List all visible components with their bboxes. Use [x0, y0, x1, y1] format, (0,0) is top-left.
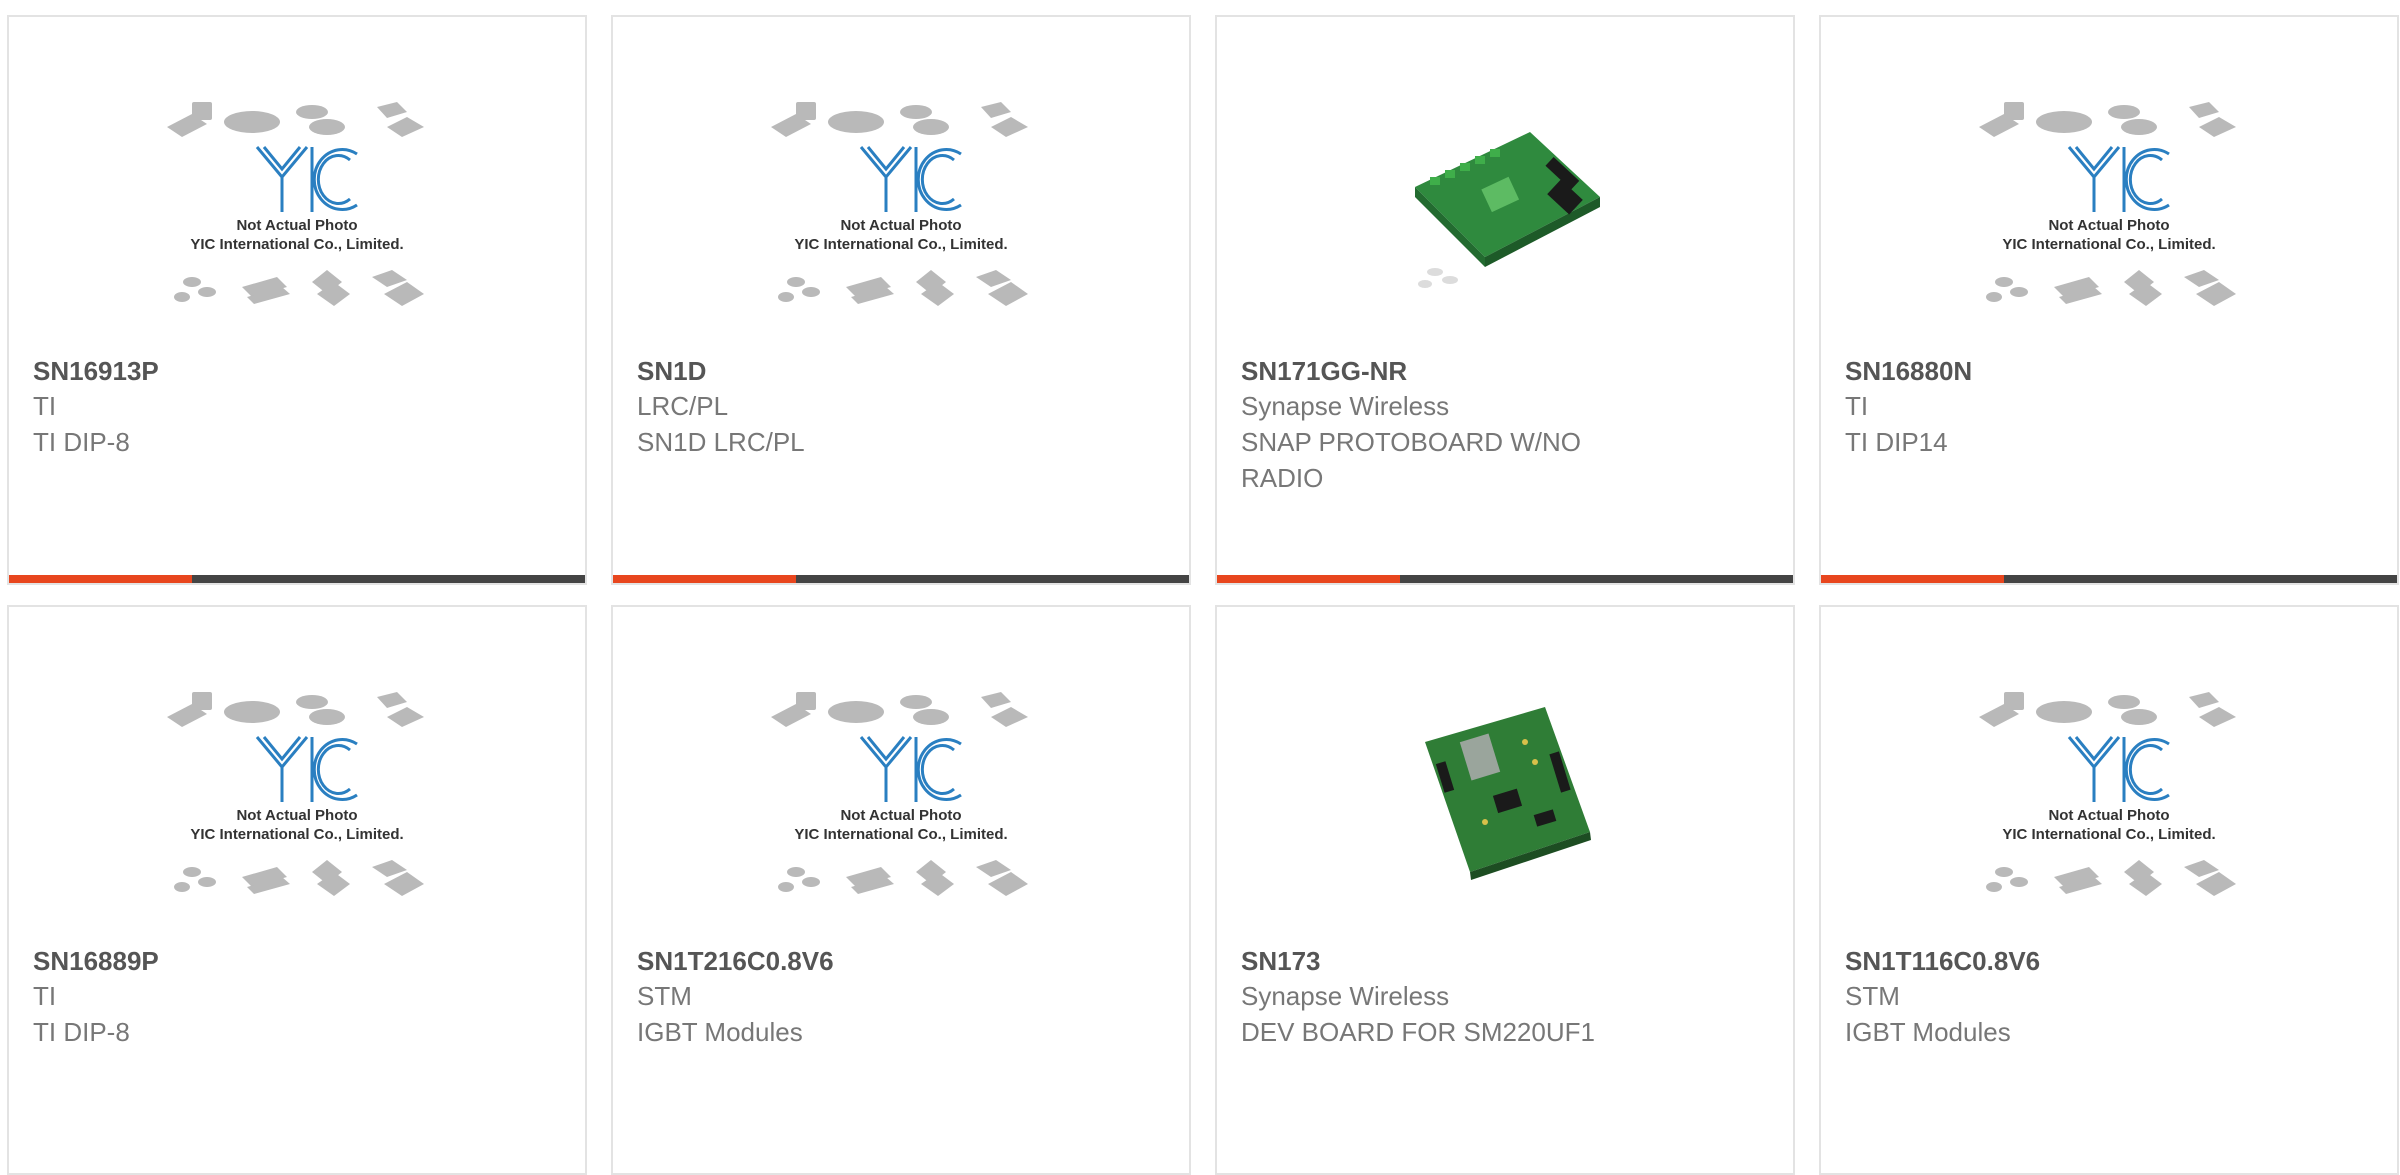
placeholder-photo-icon: Not Actual Photo YIC International Co., …: [167, 102, 424, 306]
placeholder-caption-2: YIC International Co., Limited.: [794, 236, 1007, 253]
accent-segment: [9, 575, 192, 583]
product-image[interactable]: Not Actual Photo YIC International Co., …: [9, 87, 585, 317]
product-image[interactable]: [1217, 677, 1793, 907]
description: DEV BOARD FOR SM220UF1: [1241, 1017, 1595, 1047]
placeholder-photo-icon: Not Actual Photo YIC International Co., …: [771, 692, 1028, 896]
accent-segment: [613, 575, 796, 583]
manufacturer: Synapse Wireless: [1241, 391, 1450, 421]
manufacturer: STM: [637, 981, 692, 1011]
product-info: SN16889P TI TI DIP-8: [33, 944, 561, 1050]
product-info: SN1D LRC/PL SN1D LRC/PL: [637, 354, 1165, 460]
product-info: SN16913P TI TI DIP-8: [33, 354, 561, 460]
product-card[interactable]: Not Actual Photo YIC International Co., …: [611, 605, 1191, 1175]
product-card[interactable]: SN171GG-NR Synapse Wireless SNAP PROTOBO…: [1215, 15, 1795, 585]
placeholder-photo-icon: Not Actual Photo YIC International Co., …: [167, 692, 424, 896]
placeholder-caption-1: Not Actual Photo: [2048, 217, 2169, 234]
placeholder-caption-2: YIC International Co., Limited.: [2002, 826, 2215, 843]
placeholder-caption-2: YIC International Co., Limited.: [2002, 236, 2215, 253]
accent-segment: [1217, 575, 1400, 583]
product-card[interactable]: Not Actual Photo YIC International Co., …: [7, 605, 587, 1175]
accent-segment: [1821, 575, 2004, 583]
product-card[interactable]: Not Actual Photo YIC International Co., …: [1819, 15, 2399, 585]
part-number-link[interactable]: SN16913P: [33, 354, 561, 388]
manufacturer: TI: [1845, 391, 1869, 421]
card-accent-bar: [613, 575, 1189, 583]
placeholder-caption-2: YIC International Co., Limited.: [794, 826, 1007, 843]
placeholder-photo-icon: Not Actual Photo YIC International Co., …: [1979, 102, 2236, 306]
protoboard-photo-icon: [1415, 132, 1600, 288]
placeholder-caption-2: YIC International Co., Limited.: [190, 236, 403, 253]
description: IGBT Modules: [1845, 1017, 2011, 1047]
description: SN1D LRC/PL: [637, 427, 805, 457]
description: IGBT Modules: [637, 1017, 803, 1047]
manufacturer: TI: [33, 981, 57, 1011]
product-image[interactable]: Not Actual Photo YIC International Co., …: [9, 677, 585, 907]
card-accent-bar: [1217, 575, 1793, 583]
manufacturer: TI: [33, 391, 57, 421]
manufacturer: STM: [1845, 981, 1900, 1011]
description: TI DIP14: [1845, 427, 1948, 457]
product-image[interactable]: [1217, 87, 1793, 317]
product-card[interactable]: Not Actual Photo YIC International Co., …: [7, 15, 587, 585]
devboard-photo-icon: [1425, 707, 1591, 880]
part-number-link[interactable]: SN16880N: [1845, 354, 2373, 388]
product-card[interactable]: Not Actual Photo YIC International Co., …: [1819, 605, 2399, 1175]
description: TI DIP-8: [33, 427, 130, 457]
placeholder-caption-1: Not Actual Photo: [840, 217, 961, 234]
placeholder-caption-1: Not Actual Photo: [236, 217, 357, 234]
placeholder-caption-2: YIC International Co., Limited.: [190, 826, 403, 843]
product-card[interactable]: SN173 Synapse Wireless DEV BOARD FOR SM2…: [1215, 605, 1795, 1175]
placeholder-photo-icon: Not Actual Photo YIC International Co., …: [1979, 692, 2236, 896]
product-card[interactable]: Not Actual Photo YIC International Co., …: [611, 15, 1191, 585]
card-accent-bar: [1821, 575, 2397, 583]
manufacturer: LRC/PL: [637, 391, 729, 421]
part-number-link[interactable]: SN173: [1241, 944, 1769, 978]
part-number-link[interactable]: SN1T216C0.8V6: [637, 944, 1165, 978]
product-info: SN1T116C0.8V6 STM IGBT Modules: [1845, 944, 2373, 1050]
product-info: SN1T216C0.8V6 STM IGBT Modules: [637, 944, 1165, 1050]
description: SNAP PROTOBOARD W/NO RADIO: [1241, 427, 1581, 493]
manufacturer: Synapse Wireless: [1241, 981, 1450, 1011]
card-accent-bar: [9, 575, 585, 583]
placeholder-caption-1: Not Actual Photo: [2048, 807, 2169, 824]
product-image[interactable]: Not Actual Photo YIC International Co., …: [1821, 677, 2397, 907]
product-info: SN171GG-NR Synapse Wireless SNAP PROTOBO…: [1241, 354, 1769, 496]
part-number-link[interactable]: SN1T116C0.8V6: [1845, 944, 2373, 978]
product-info: SN16880N TI TI DIP14: [1845, 354, 2373, 460]
part-number-link[interactable]: SN16889P: [33, 944, 561, 978]
part-number-link[interactable]: SN171GG-NR: [1241, 354, 1769, 388]
placeholder-photo-icon: Not Actual Photo YIC International Co., …: [771, 102, 1028, 306]
placeholder-caption-1: Not Actual Photo: [236, 807, 357, 824]
product-image[interactable]: Not Actual Photo YIC International Co., …: [1821, 87, 2397, 317]
product-image[interactable]: Not Actual Photo YIC International Co., …: [613, 677, 1189, 907]
product-info: SN173 Synapse Wireless DEV BOARD FOR SM2…: [1241, 944, 1769, 1050]
product-image[interactable]: Not Actual Photo YIC International Co., …: [613, 87, 1189, 317]
part-number-link[interactable]: SN1D: [637, 354, 1165, 388]
placeholder-caption-1: Not Actual Photo: [840, 807, 961, 824]
description: TI DIP-8: [33, 1017, 130, 1047]
product-grid: Not Actual Photo YIC International Co., …: [7, 15, 2399, 1175]
